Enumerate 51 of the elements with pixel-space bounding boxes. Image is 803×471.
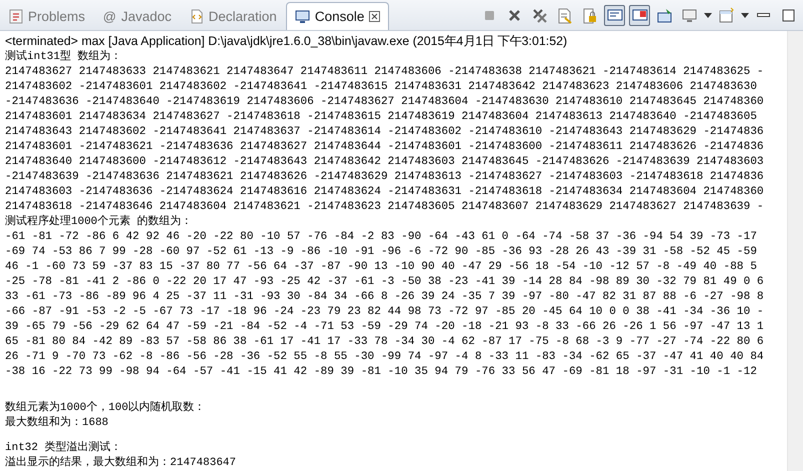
console-output: -2147483636 -2147483640 -2147483619 2147483606 -2147483627 2147483604 -2147483630 2147483610 2147483645 214748360	[5, 95, 765, 110]
console-output: 26 -71 9 -70 73 -62 -8 -86 -56 -28 -36 -52 55 -8 55 -30 -99 74 -97 -4 8 -33 11 -83 -34 -62 65 -37 -47 41 40 40 84	[5, 350, 765, 365]
console-output: 2147483603 -2147483636 -2147483624 2147483616 2147483624 -2147483631 -2147483618 -2147483634 2147483604 214748360	[5, 185, 765, 200]
console-output: -38 16 -22 73 99 -98 94 -64 -57 -41 -15 41 42 -89 39 -81 -10 35 94 79 -76 33 56 47 -69 -81 18 -97 -31 -10 -1 -12	[5, 365, 758, 380]
minimize-icon	[757, 13, 770, 17]
view-tab[interactable]: Declaration	[180, 2, 286, 30]
maximize-icon	[780, 6, 797, 24]
console-error-icon	[631, 6, 648, 24]
console-output: 2147483602 -2147483601 2147483602 -2147483641 -2147483615 2147483631 2147483642 2147483623 2147483606 2147483630	[5, 80, 758, 95]
console-text: 溢出显示的结果，最大数组和为：2147483647	[5, 456, 238, 471]
monitor-icon	[681, 6, 698, 24]
console-output: 65 -81 80 84 -42 89 -83 57 -58 86 38 -61 17 -41 17 -33 78 -34 30 -4 62 -87 17 -75 -8 68 -3 9 -77 -27 -74 -22 80 6	[5, 335, 765, 350]
document-icon	[190, 9, 204, 24]
console-output: -66 -87 -91 -53 -2 -5 -67 73 -17 -18 96 -24 -23 79 23 82 44 98 73 -72 97 -85 20 -45 64 10 0 0 38 -41 -34 -36 10 -	[5, 305, 765, 320]
problems-icon	[9, 9, 23, 24]
console-output-icon	[606, 6, 623, 24]
console-output: -61 -81 -72 -86 6 42 92 46 -20 -22 80 -10 57 -76 -84 -2 83 -90 -64 -43 61 0 -64 -74 -58 37 -36 -94 54 39 -73 -17	[5, 230, 758, 245]
caret-icon[interactable]	[741, 12, 749, 18]
console-output: 2147483643 2147483602 -2147483641 2147483637 -2147483614 -2147483602 -2147483610 -2147483643 2147483629 -21474836	[5, 125, 765, 140]
console-output: -69 74 -53 86 7 99 -28 -60 97 -52 61 -13 -9 -86 -10 -91 -96 -6 -72 90 -85 -36 93 -28 26 43 -39 31 -58 -52 45 -59	[5, 245, 758, 260]
console-output: -2147483639 -2147483636 2147483621 2147483626 -2147483629 2147483613 -2147483627 -2147483603 -2147483618 21474836	[5, 170, 765, 185]
pin-icon	[656, 6, 673, 24]
caret-icon[interactable]	[704, 12, 712, 18]
console-text: 测试程序处理1000个元素 的数组为：	[5, 215, 194, 230]
scrollbar[interactable]	[787, 31, 803, 471]
console-header: <terminated> max [Java Application] D:\java\jdk\jre1.6.0_38\bin\javaw.exe (2015年4月1日 下午3:01:52)	[5, 33, 568, 50]
view-tab[interactable]: Problems	[0, 2, 94, 30]
at-sign-icon: @	[103, 9, 116, 24]
console-text: 最大数组和为：1688	[5, 416, 110, 431]
console-output: 2147483601 -2147483621 -2147483636 2147483627 2147483644 -2147483601 -2147483600 -2147483611 2147483626 -21474836	[5, 140, 765, 155]
console-output: 2147483601 2147483634 2147483627 -2147483618 -2147483615 2147483619 2147483604 2147483613 2147483640 -2147483605	[5, 110, 758, 125]
double-close-icon	[531, 6, 548, 24]
toolbar-button[interactable]	[604, 4, 625, 26]
lock-document-icon	[581, 6, 598, 24]
console-text: 测试int31型 数组为：	[5, 50, 123, 65]
console-output: 39 -65 79 -56 -29 62 64 47 -59 -21 -84 -52 -4 -71 53 -59 -29 74 -20 -18 -21 93 -8 33 -66 26 -26 1 56 -97 -47 13 1	[5, 320, 765, 335]
console-text: 数组元素为1000个，100以内随机取数：	[5, 400, 206, 416]
new-window-icon	[718, 6, 735, 24]
console-output: 33 -61 -73 -86 -89 96 4 25 -37 11 -31 -93 30 -84 34 -66 8 -26 39 24 -35 7 39 -97 -80 -47 82 31 87 88 -6 -27 -98 8	[5, 290, 765, 305]
console-output: 2147483627 2147483633 2147483621 2147483647 2147483611 2147483606 -2147483638 2147483621 -2147483614 2147483625 -	[5, 65, 765, 80]
clear-document-icon	[556, 6, 573, 24]
view-tab[interactable]: Console	[286, 2, 390, 30]
console-output: -25 -78 -81 -41 2 -86 0 -22 20 17 47 -93 -25 42 -37 -61 -3 -50 38 -23 -41 39 -14 28 84 -98 89 30 -32 79 81 49 0 6	[5, 275, 765, 290]
view-tab[interactable]: @ Javadoc	[94, 2, 181, 30]
toolbar-button[interactable]	[629, 4, 650, 26]
console-output: 2147483640 2147483600 -2147483612 -2147483643 2147483642 2147483603 2147483645 -2147483626 -2147483639 2147483603	[5, 155, 765, 170]
console-output: 46 -1 -60 73 59 -37 83 15 -37 80 77 -56 64 -37 -87 -90 13 -10 90 40 -47 29 -56 18 -54 -10 -12 57 -8 -49 40 -88 5	[5, 260, 758, 275]
close-icon[interactable]	[369, 11, 380, 22]
monitor-icon	[294, 10, 310, 24]
console-text: int32 类型溢出测试：	[5, 440, 123, 456]
console-output: 2147483618 -2147483646 2147483604 2147483621 -2147483623 2147483605 2147483607 2147483629 2147483627 2147483639 -	[5, 200, 765, 214]
